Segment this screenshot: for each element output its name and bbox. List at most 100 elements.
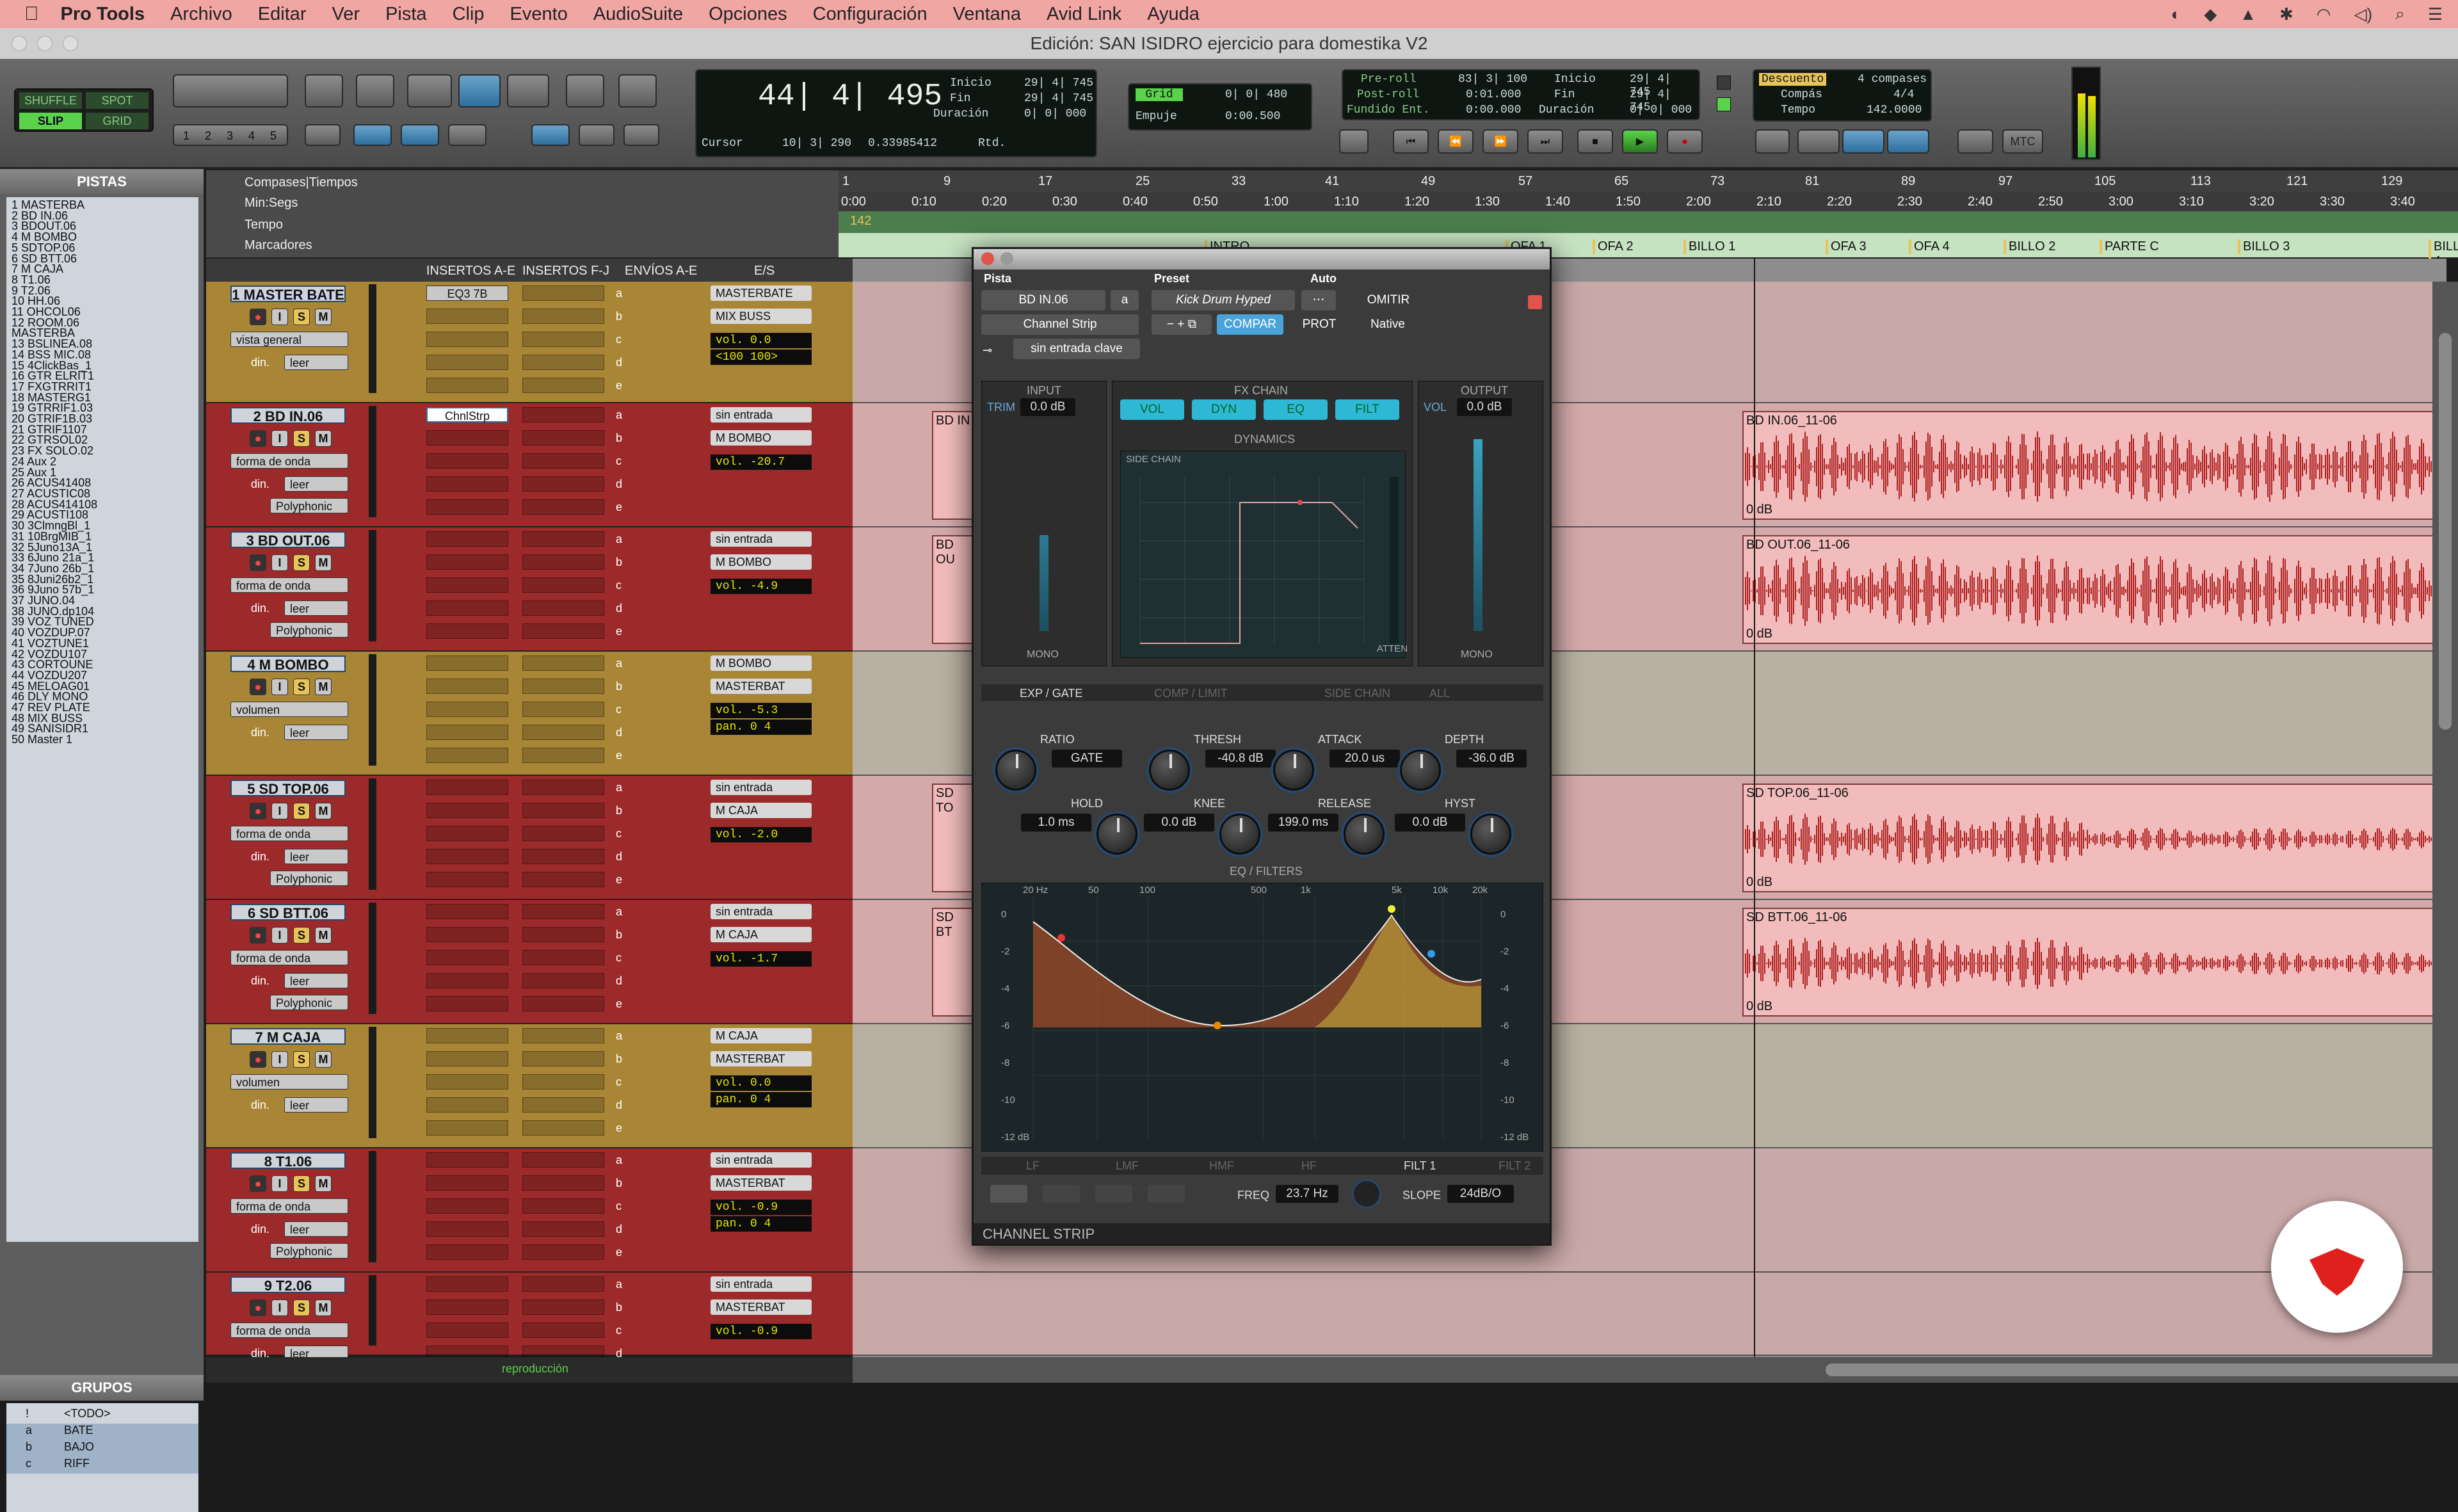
insert-slot-fj[interactable] <box>522 623 604 639</box>
close-window-button[interactable] <box>12 36 27 51</box>
insert-slot[interactable] <box>426 531 508 547</box>
track-view-selector[interactable]: forma de onda <box>230 453 348 469</box>
volume-value[interactable]: vol. -0.9 <box>711 1200 812 1215</box>
playhead-line[interactable] <box>1754 259 1755 1357</box>
input-monitor-button[interactable]: I <box>271 554 288 571</box>
descuento-label[interactable]: Descuento <box>1759 73 1827 86</box>
insert-slot-fj[interactable] <box>522 1175 604 1191</box>
bars-ruler[interactable] <box>839 170 2458 192</box>
send-slot[interactable]: a <box>616 657 622 670</box>
menu-avid-link[interactable]: Avid Link <box>1047 4 1121 25</box>
grid-value[interactable]: 0| 0| 480 <box>1225 88 1287 101</box>
insert-slot-fj[interactable] <box>522 904 604 919</box>
link-track-button[interactable] <box>401 124 439 146</box>
send-slot[interactable]: e <box>616 873 622 887</box>
insert-slot-fj[interactable] <box>522 476 604 492</box>
tab-to-transient-button[interactable] <box>305 124 341 146</box>
ruler-compases-label[interactable]: Compases|Tiempos <box>245 175 358 190</box>
insert-slot-fj[interactable] <box>522 600 604 616</box>
insert-slot[interactable] <box>426 623 508 639</box>
track-view-selector[interactable]: forma de onda <box>230 577 348 593</box>
menu-clip[interactable]: Clip <box>453 4 485 25</box>
menu-pista[interactable]: Pista <box>385 4 426 25</box>
tab-comp-limit[interactable]: COMP / LIMIT <box>1154 687 1228 700</box>
zoom-preset-3[interactable]: 3 <box>227 129 233 143</box>
menu-opciones[interactable]: Opciones <box>709 4 787 25</box>
insert-slot[interactable] <box>426 577 508 593</box>
marker-ofa-4[interactable]: OFA 4 <box>1909 239 1950 254</box>
marker-billo-3[interactable]: BILLO 3 <box>2238 239 2290 254</box>
input-monitor-button[interactable]: I <box>271 309 288 325</box>
send-slot[interactable]: d <box>616 974 622 988</box>
insert-slot[interactable] <box>426 803 508 818</box>
insert-slot[interactable] <box>426 826 508 841</box>
input-monitor-button[interactable]: I <box>271 1299 288 1316</box>
empuje-value[interactable]: 0:00.500 <box>1225 110 1280 123</box>
insert-slot[interactable] <box>426 973 508 988</box>
insert-slot[interactable] <box>426 1097 508 1113</box>
mtc-button[interactable]: MTC <box>2002 129 2043 154</box>
audio-clip-left[interactable]: SD TO <box>932 784 973 892</box>
insert-slot-fj[interactable] <box>522 950 604 965</box>
track-name[interactable]: 7 M CAJA <box>230 1028 346 1045</box>
group-item[interactable]: c RIFF <box>6 1457 198 1474</box>
input-monitor-button[interactable]: I <box>271 1175 288 1192</box>
attack-value[interactable]: 20.0 us <box>1329 750 1400 768</box>
insert-slot-fj[interactable] <box>522 430 604 446</box>
solo-button[interactable]: S <box>293 1175 310 1192</box>
insert-slot-fj[interactable] <box>522 286 604 301</box>
hand-tool[interactable] <box>507 74 549 108</box>
input-selector[interactable]: MASTERBATE <box>711 286 812 301</box>
track-name[interactable]: 3 BD OUT.06 <box>230 531 346 549</box>
solo-button[interactable]: S <box>293 1051 310 1068</box>
fin-value[interactable]: 29| 4| 745 <box>1024 92 1093 105</box>
record-button[interactable]: ● <box>1667 129 1703 154</box>
chain-filt-button[interactable]: FILT <box>1335 399 1399 420</box>
main-counter[interactable]: 44| 4| 495 <box>758 79 942 114</box>
insert-slot[interactable] <box>426 655 508 671</box>
freq-knob[interactable] <box>1354 1181 1379 1207</box>
track-view-selector[interactable]: forma de onda <box>230 1198 348 1214</box>
insert-slot[interactable] <box>426 1028 508 1043</box>
pencil-tool[interactable] <box>618 74 657 108</box>
send-slot[interactable]: d <box>616 1223 622 1236</box>
output-selector[interactable]: M BOMBO <box>711 430 812 446</box>
insert-slot-fj[interactable] <box>522 1346 604 1357</box>
insert-slot[interactable] <box>426 378 508 393</box>
mute-button[interactable]: M <box>315 1175 332 1192</box>
track-letter[interactable]: a <box>1111 290 1139 310</box>
tempo-ruler[interactable]: 142 <box>839 211 2458 233</box>
slope-value[interactable]: 24dB/O <box>1447 1185 1514 1203</box>
menu-evento[interactable]: Evento <box>510 4 568 25</box>
plugin-selector[interactable]: Channel Strip <box>981 314 1139 335</box>
solo-button[interactable]: S <box>293 679 310 695</box>
release-value[interactable]: 199.0 ms <box>1268 814 1338 832</box>
mirror-button[interactable] <box>448 124 486 146</box>
duracion2-value[interactable]: 0| 0| 000 <box>1630 104 1692 117</box>
preroll-value[interactable]: 83| 3| 100 <box>1458 73 1527 86</box>
input-monitor-button[interactable]: I <box>271 679 288 695</box>
input-selector[interactable]: sin entrada <box>711 780 812 795</box>
track-view-selector[interactable]: volumen <box>230 1074 348 1090</box>
tempo-value[interactable]: 142.0000 <box>1867 104 1922 117</box>
postroll-label[interactable]: Post-roll <box>1357 88 1419 101</box>
output-selector[interactable]: M BOMBO <box>711 554 812 570</box>
automation-mode-selector[interactable]: leer <box>284 725 348 740</box>
audio-clip-left[interactable]: BD OU <box>932 535 973 644</box>
insert-slot[interactable] <box>426 355 508 370</box>
insert-slot-fj[interactable] <box>522 355 604 370</box>
zoom-preset-4[interactable]: 4 <box>248 129 255 143</box>
chain-dyn-button[interactable]: DYN <box>1192 399 1256 420</box>
record-enable-button[interactable]: ● <box>250 927 266 944</box>
volume-value[interactable]: vol. -5.3 <box>711 703 812 718</box>
hyst-knob[interactable] <box>1470 814 1511 855</box>
thresh-knob[interactable] <box>1149 750 1190 791</box>
tab-side-chain[interactable]: SIDE CHAIN <box>1324 687 1390 700</box>
grid-label[interactable]: Grid <box>1136 88 1183 101</box>
audio-clip[interactable]: SD BTT.06_11-06 0 dB <box>1742 908 2458 1017</box>
send-slot[interactable]: a <box>616 781 622 794</box>
elastic-audio-selector[interactable]: Polyphonic <box>270 995 348 1010</box>
input-monitor-button[interactable]: I <box>271 1051 288 1068</box>
automation-mode-selector[interactable]: leer <box>284 1221 348 1237</box>
filter-type-lpf[interactable] <box>1043 1185 1080 1203</box>
